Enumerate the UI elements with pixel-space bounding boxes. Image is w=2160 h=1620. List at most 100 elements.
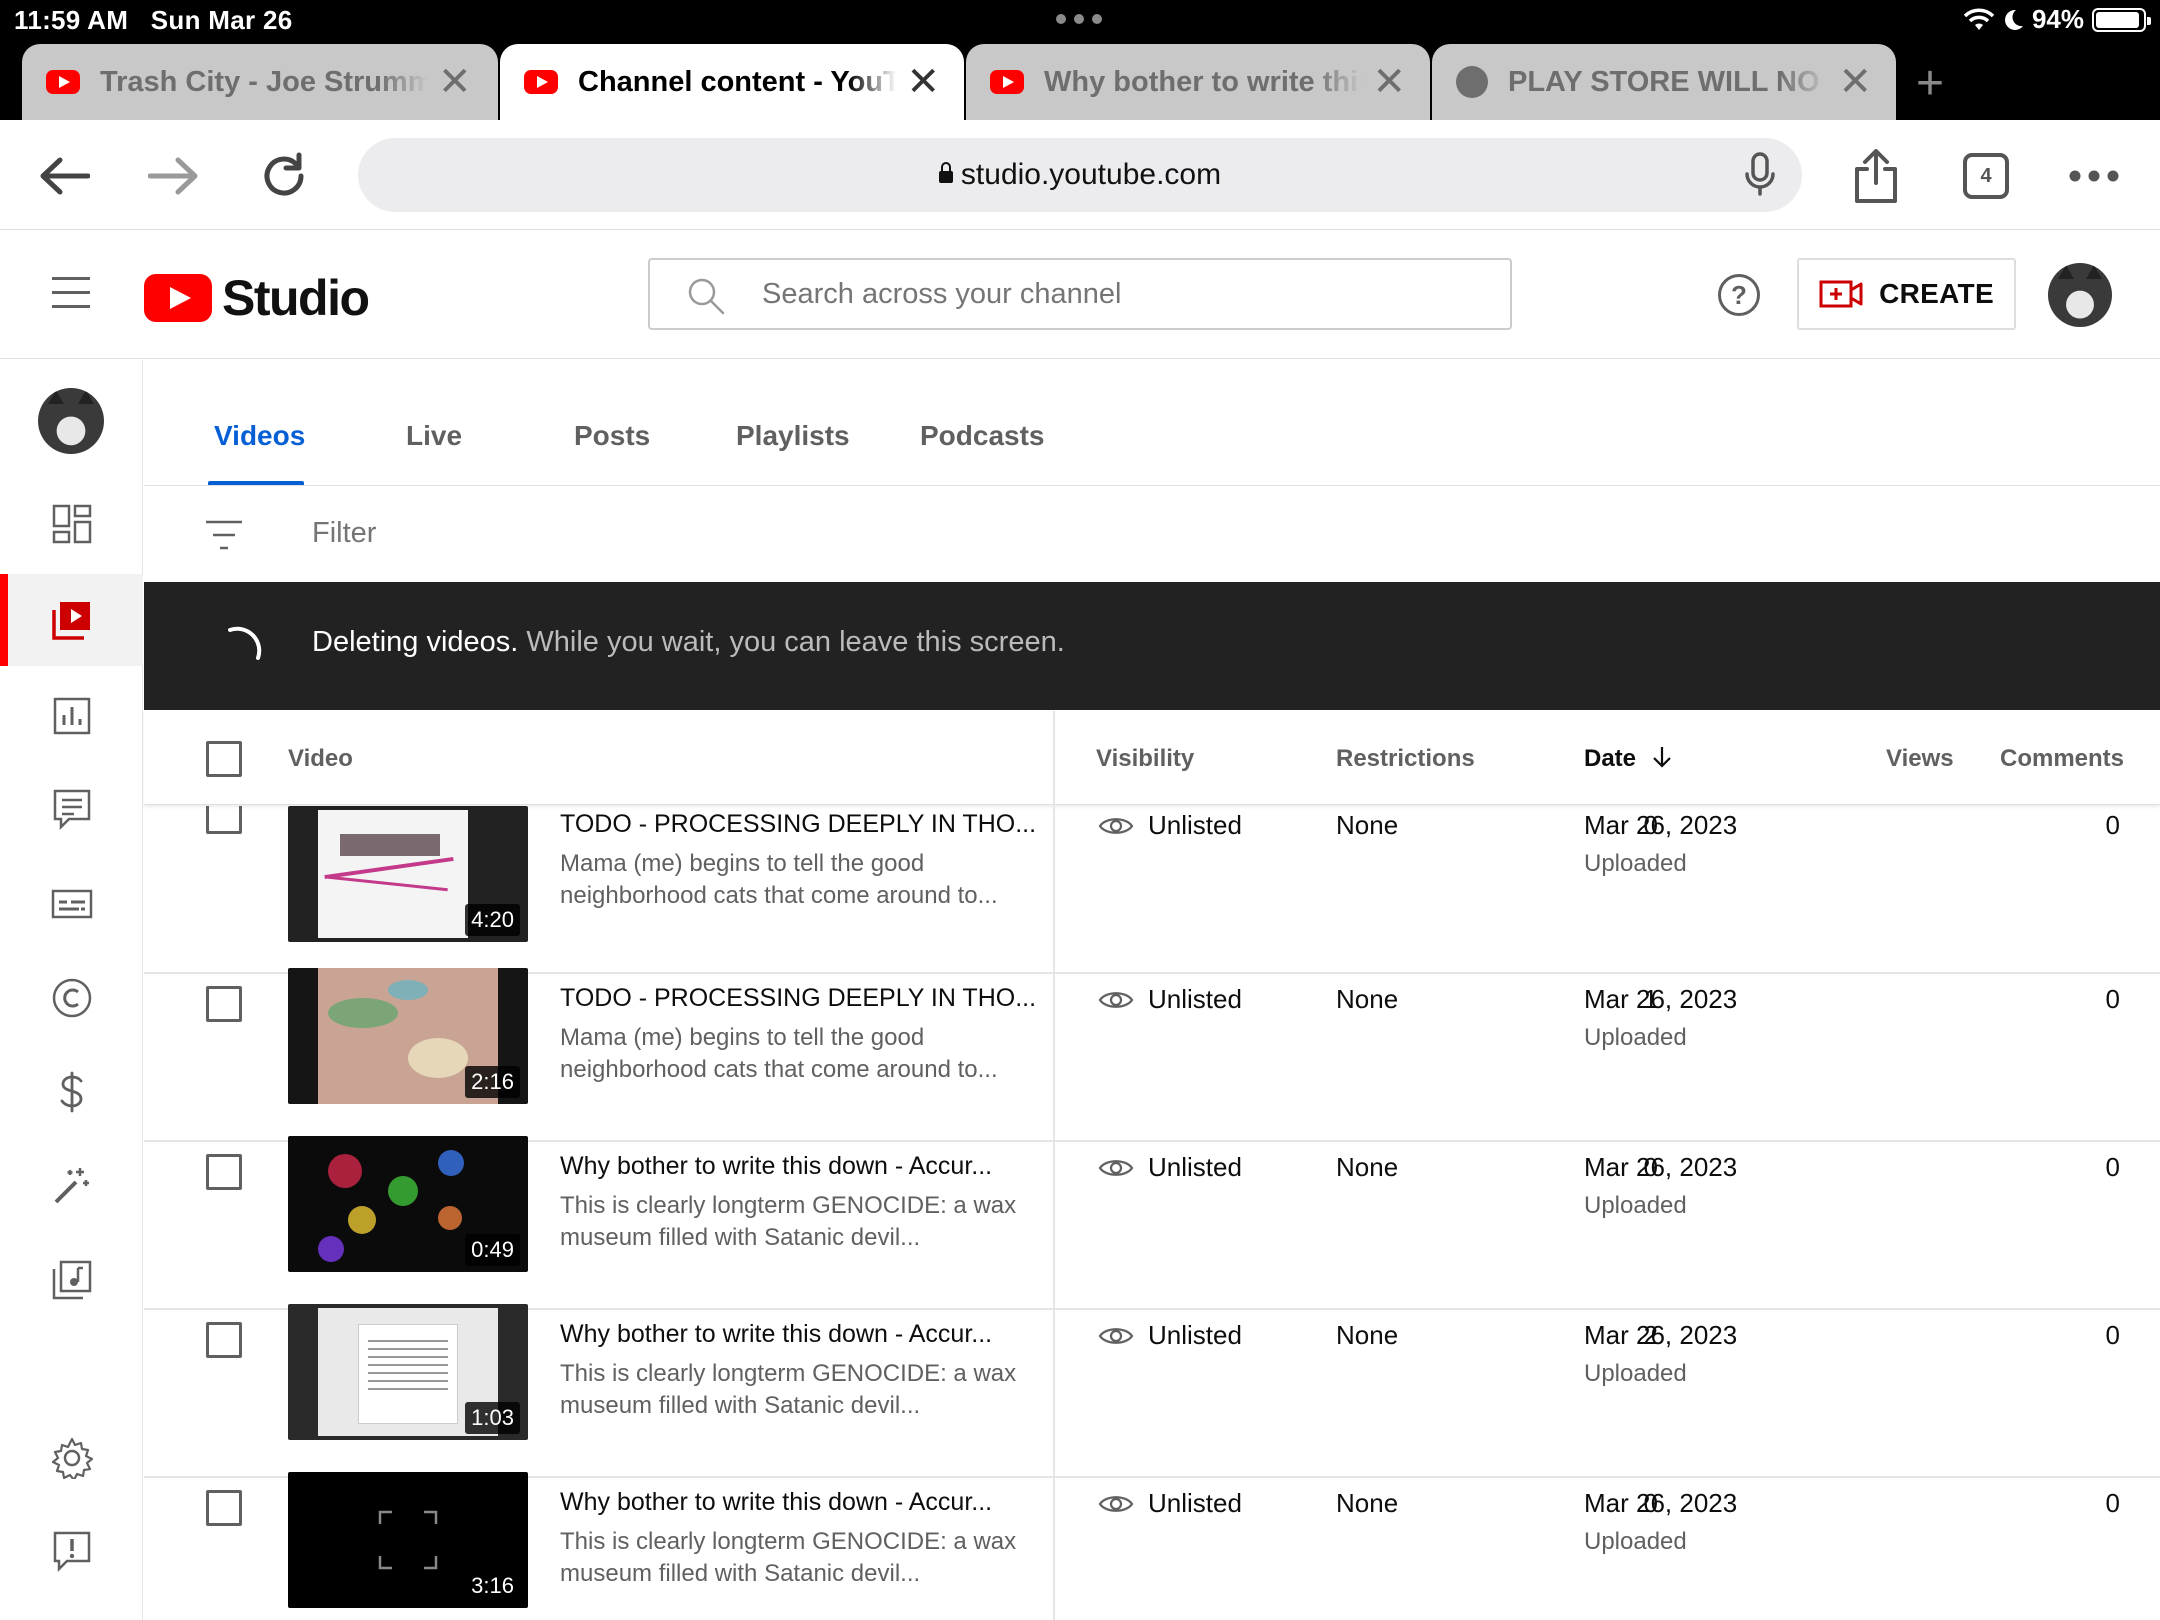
tab-overview-button[interactable]: 4 [1956,148,2016,204]
tab-live[interactable]: Live [406,420,462,452]
left-navigation [0,360,143,1620]
visibility-cell[interactable]: Unlisted [1098,810,1242,841]
back-arrow-icon[interactable] [34,148,94,204]
table-row[interactable]: 2:16 TODO - PROCESSING DEEPLY IN THO... … [144,968,2160,1142]
analytics-icon [53,697,90,735]
column-visibility[interactable]: Visibility [1096,745,1194,773]
filter-input[interactable] [312,513,1112,553]
row-checkbox[interactable] [206,1490,242,1526]
visibility-cell[interactable]: Unlisted [1098,984,1242,1015]
browser-tab-title: Trash City - Joe Strummer [100,65,428,98]
visibility-cell[interactable]: Unlisted [1098,1152,1242,1183]
row-checkbox[interactable] [206,806,242,834]
browser-toolbar: studio.youtube.com 4 [0,120,2160,230]
nav-subtitles[interactable] [0,858,143,950]
browser-tab[interactable]: Why bother to write this down ✕ [966,44,1430,120]
upload-status: Uploaded [1584,1360,1687,1387]
table-row[interactable]: 3:16 Why bother to write this down - Acc… [144,1472,2160,1620]
video-thumbnail[interactable]: 3:16 [288,1472,528,1608]
comments-cell: 0 [2105,1488,2120,1518]
tab-posts[interactable]: Posts [574,420,650,452]
channel-avatar[interactable] [38,388,104,454]
column-comments[interactable]: Comments [2000,745,2124,773]
table-row[interactable]: 4:20 TODO - PROCESSING DEEPLY IN THO... … [144,806,2160,974]
channel-search[interactable] [648,258,1512,330]
nav-analytics[interactable] [0,670,143,762]
dollar-icon [60,1071,82,1113]
nav-send-feedback[interactable] [0,1506,143,1598]
row-checkbox[interactable] [206,1154,242,1190]
copyright-icon [52,978,91,1018]
column-video: Video [288,745,353,772]
battery-icon [2092,7,2151,32]
video-title[interactable]: Why bother to write this down - Accur... [560,1320,992,1349]
eye-icon [1098,1495,1134,1512]
search-input[interactable] [762,274,1462,314]
close-tab-icon[interactable]: ✕ [1372,62,1406,102]
row-checkbox[interactable] [206,1322,242,1358]
close-tab-icon[interactable]: ✕ [906,62,940,102]
video-thumbnail[interactable]: 0:49 [288,1136,528,1272]
comments-cell: 0 [2105,1152,2120,1182]
video-thumbnail[interactable]: 4:20 [288,806,528,942]
more-menu-icon[interactable] [2064,148,2124,204]
create-button[interactable]: CREATE [1797,258,2016,330]
multitasking-dots-icon[interactable] [1056,14,1102,24]
table-row[interactable]: 0:49 Why bother to write this down - Acc… [144,1136,2160,1310]
hamburger-menu-icon[interactable] [52,277,90,319]
row-checkbox[interactable] [206,986,242,1022]
video-thumbnail[interactable]: 1:03 [288,1304,528,1440]
restrictions-cell: None [1336,1320,1399,1350]
browser-tab[interactable]: Trash City - Joe Strummer ✕ [22,44,498,120]
nav-audio-library[interactable] [0,1234,143,1326]
visibility-cell[interactable]: Unlisted [1098,1320,1242,1351]
nav-copyright[interactable] [0,952,143,1044]
video-title[interactable]: TODO - PROCESSING DEEPLY IN THO... [560,984,1036,1013]
browser-tab-title: Channel content - YouTube Studio [578,65,897,98]
select-all-checkbox[interactable] [206,741,242,777]
table-row[interactable]: 1:03 Why bother to write this down - Acc… [144,1304,2160,1478]
new-tab-plus-icon[interactable]: + [1916,56,1944,111]
upload-status: Uploaded [1584,1024,1687,1051]
nav-content[interactable] [0,574,143,666]
filter-icon[interactable] [204,519,244,551]
video-duration: 2:16 [465,1066,520,1098]
content-tabs: Videos Live Posts Playlists Podcasts [144,360,2160,486]
column-date[interactable]: Date [1584,745,1673,773]
nav-settings[interactable] [0,1412,143,1504]
column-views[interactable]: Views [1886,745,1954,773]
browser-tab-title: Why bother to write this down [1044,65,1362,98]
status-time: 11:59 AM Sun Mar 26 [14,5,293,35]
browser-tab[interactable]: PLAY STORE WILL NO LONGER ✕ [1432,44,1896,120]
help-icon[interactable]: ? [1718,274,1760,316]
video-duration: 4:20 [465,904,520,936]
browser-tab-active[interactable]: Channel content - YouTube Studio ✕ [500,44,964,120]
tab-videos[interactable]: Videos [214,420,305,452]
moon-icon [2004,9,2023,30]
studio-logo[interactable]: Studio [144,269,370,327]
reload-icon[interactable] [254,148,314,204]
forward-arrow-icon[interactable] [144,148,204,204]
nav-customization[interactable] [0,1140,143,1232]
restrictions-cell: None [1336,1152,1399,1182]
nav-dashboard[interactable] [0,478,143,570]
close-tab-icon[interactable]: ✕ [438,62,472,102]
tab-playlists[interactable]: Playlists [736,420,850,452]
share-icon[interactable] [1846,148,1906,204]
microphone-icon[interactable] [1744,152,1776,196]
video-thumbnail[interactable]: 2:16 [288,968,528,1104]
battery-percent: 94% [2031,4,2084,34]
close-tab-icon[interactable]: ✕ [1838,62,1872,102]
address-bar[interactable]: studio.youtube.com [358,138,1802,212]
video-duration: 1:03 [465,1402,520,1434]
column-restrictions[interactable]: Restrictions [1336,745,1475,773]
video-title[interactable]: Why bother to write this down - Accur... [560,1152,992,1181]
video-title[interactable]: Why bother to write this down - Accur... [560,1488,992,1517]
video-title[interactable]: TODO - PROCESSING DEEPLY IN THO... [560,810,1036,839]
nav-earn[interactable] [0,1046,143,1138]
visibility-cell[interactable]: Unlisted [1098,1488,1242,1519]
account-avatar[interactable] [2048,263,2112,327]
nav-comments[interactable] [0,764,143,856]
upload-status: Uploaded [1584,850,1687,877]
tab-podcasts[interactable]: Podcasts [920,420,1045,452]
